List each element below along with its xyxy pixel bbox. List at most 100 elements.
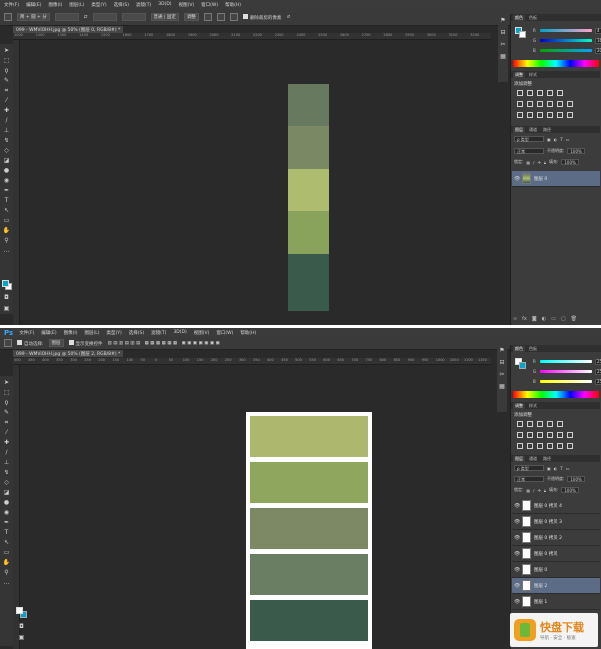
blue-value[interactable]: 202	[595, 47, 601, 54]
adjustment-icon[interactable]	[537, 101, 543, 107]
marquee-tool-icon[interactable]: ⬚	[2, 56, 11, 65]
green-slider[interactable]: G 163	[533, 37, 601, 44]
tab-styles[interactable]: 样式	[527, 403, 539, 409]
tab-color[interactable]: 颜色	[513, 15, 525, 21]
tab-channels[interactable]: 通道	[527, 456, 539, 462]
blue-slider-track[interactable]	[540, 380, 592, 383]
auto-select-checkbox[interactable]: 自动选择:	[17, 339, 44, 347]
more-tools-icon[interactable]: …	[2, 578, 11, 587]
menu-edit[interactable]: 编辑(E)	[26, 2, 41, 8]
visibility-eye-icon[interactable]: 👁︎	[514, 535, 520, 541]
tools-preset-icon[interactable]: ✂	[499, 40, 508, 49]
adjustment-icon[interactable]	[567, 443, 573, 449]
lock-pixels-icon[interactable]: ∕	[533, 160, 534, 165]
adjustment-icon[interactable]	[567, 112, 573, 118]
tab-channels[interactable]: 通道	[527, 127, 539, 133]
eyedropper-tool-icon[interactable]: ⁄	[2, 96, 11, 105]
resolution-field[interactable]	[121, 13, 146, 21]
green-slider[interactable]: G 255	[533, 368, 601, 375]
crop-tool-icon[interactable]: ⌗	[2, 418, 11, 427]
adjustment-icon[interactable]	[527, 432, 533, 438]
shape-tool-icon[interactable]: ▭	[2, 216, 11, 225]
properties-panel-icon[interactable]: ⊟	[499, 28, 508, 37]
red-value[interactable]: 4	[595, 27, 601, 34]
straighten-icon[interactable]	[203, 13, 212, 21]
menu-view[interactable]: 视图(V)	[194, 330, 210, 336]
adjustment-icon[interactable]	[567, 101, 573, 107]
quick-mask-icon[interactable]: ◘	[2, 293, 11, 302]
layer-row[interactable]: 👁︎ 图层 2	[512, 578, 600, 594]
opacity-field[interactable]: 100%	[567, 148, 585, 154]
layer-filter-select[interactable]: ρ 类型	[514, 136, 544, 142]
green-value[interactable]: 163	[595, 37, 601, 44]
green-slider-track[interactable]	[540, 39, 592, 42]
pen-tool-icon[interactable]: ✒	[2, 186, 11, 195]
screen-mode-icon[interactable]: ▣	[17, 633, 26, 642]
adjustment-icon[interactable]	[517, 443, 523, 449]
visibility-eye-icon[interactable]: 👁︎	[514, 503, 520, 509]
eyedropper-tool-icon[interactable]: ⁄	[2, 428, 11, 437]
adjustment-icon[interactable]	[517, 101, 523, 107]
stamp-tool-icon[interactable]: ⊥	[2, 458, 11, 467]
blue-value[interactable]: 255	[595, 378, 601, 385]
lock-transparent-icon[interactable]: ▦	[526, 488, 530, 493]
type-tool-icon[interactable]: T	[2, 196, 11, 205]
quick-select-tool-icon[interactable]: ✎	[2, 76, 11, 85]
swap-icon[interactable]: ⇄	[84, 15, 88, 20]
adjustment-icon[interactable]	[547, 101, 553, 107]
adjustment-icon[interactable]	[527, 112, 533, 118]
filter-adjust-icon[interactable]: ◐	[554, 466, 558, 471]
foreground-color-swatch[interactable]	[16, 607, 23, 614]
swatches-panel-icon[interactable]: ▦	[498, 382, 507, 391]
menu-layer[interactable]: 图层(L)	[85, 330, 100, 336]
hand-tool-icon[interactable]: ✋	[2, 558, 11, 567]
dodge-tool-icon[interactable]: ◉	[2, 508, 11, 517]
adjustment-icon[interactable]	[537, 443, 543, 449]
lock-pixels-icon[interactable]: ∕	[533, 488, 534, 493]
pen-tool-icon[interactable]: ✒	[2, 518, 11, 527]
path-select-tool-icon[interactable]: ↖	[2, 538, 11, 547]
adjustment-icon[interactable]	[517, 421, 523, 427]
lock-transparent-icon[interactable]: ▦	[526, 160, 530, 165]
adjustment-icon[interactable]	[527, 443, 533, 449]
tab-swatches[interactable]: 色板	[527, 15, 539, 21]
menu-window[interactable]: 窗口(W)	[216, 330, 233, 336]
auto-select-target[interactable]: 图层	[48, 339, 64, 347]
adjustment-icon[interactable]	[547, 443, 553, 449]
lock-all-icon[interactable]: 🔒︎	[544, 488, 546, 493]
move-tool-icon[interactable]: ➤	[2, 46, 11, 55]
adjustment-icon[interactable]	[537, 421, 543, 427]
menu-type[interactable]: 类型(Y)	[91, 2, 106, 8]
adjustment-icon[interactable]	[557, 432, 563, 438]
filter-pixel-icon[interactable]: ▣	[547, 137, 551, 142]
layer-row[interactable]: 👁︎ 图层 1	[512, 594, 600, 610]
adjustment-icon[interactable]	[527, 421, 533, 427]
crop-mode-select[interactable]: 简 + 圆 + 分	[17, 13, 50, 21]
align-icons[interactable]: ▥ ▤ ▥ ▤ ▥ ▤ ▦ ▦ ▦ ▦ ▦ ▦ ▣ ▣ ▣ ▣ ▣ ▣ ▣	[108, 341, 220, 346]
filter-adjust-icon[interactable]: ◐	[554, 137, 558, 142]
adjustment-icon[interactable]	[547, 432, 553, 438]
healing-tool-icon[interactable]: ✚	[2, 106, 11, 115]
tab-layers[interactable]: 图层	[513, 127, 525, 133]
reset-icon[interactable]: ↺	[286, 15, 290, 20]
adjustment-icon[interactable]	[557, 421, 563, 427]
red-slider[interactable]: R 255	[533, 358, 601, 365]
menu-select[interactable]: 选择(S)	[129, 330, 144, 336]
shape-tool-icon[interactable]: ▭	[2, 548, 11, 557]
menu-file[interactable]: 文件(F)	[4, 2, 19, 8]
stamp-tool-icon[interactable]: ⊥	[2, 126, 11, 135]
brush-tool-icon[interactable]: ∕	[2, 448, 11, 457]
tab-paths[interactable]: 路径	[541, 456, 553, 462]
new-layer-icon[interactable]: ▢	[561, 316, 566, 322]
gradient-tool-icon[interactable]: ◪	[2, 488, 11, 497]
layer-row[interactable]: 👁︎ 图层 0 拷贝	[512, 546, 600, 562]
crop-tool-icon[interactable]	[4, 13, 12, 21]
filter-type-icon[interactable]: T	[560, 466, 562, 471]
menu-help[interactable]: 帮助(H)	[225, 2, 241, 8]
visibility-eye-icon[interactable]: 👁︎	[514, 599, 520, 605]
tab-swatches[interactable]: 色板	[527, 346, 539, 352]
red-slider-track[interactable]	[540, 360, 592, 363]
color-spectrum[interactable]	[513, 391, 599, 398]
menu-edit[interactable]: 编辑(E)	[41, 330, 56, 336]
history-panel-icon[interactable]: ⚑	[499, 16, 508, 25]
